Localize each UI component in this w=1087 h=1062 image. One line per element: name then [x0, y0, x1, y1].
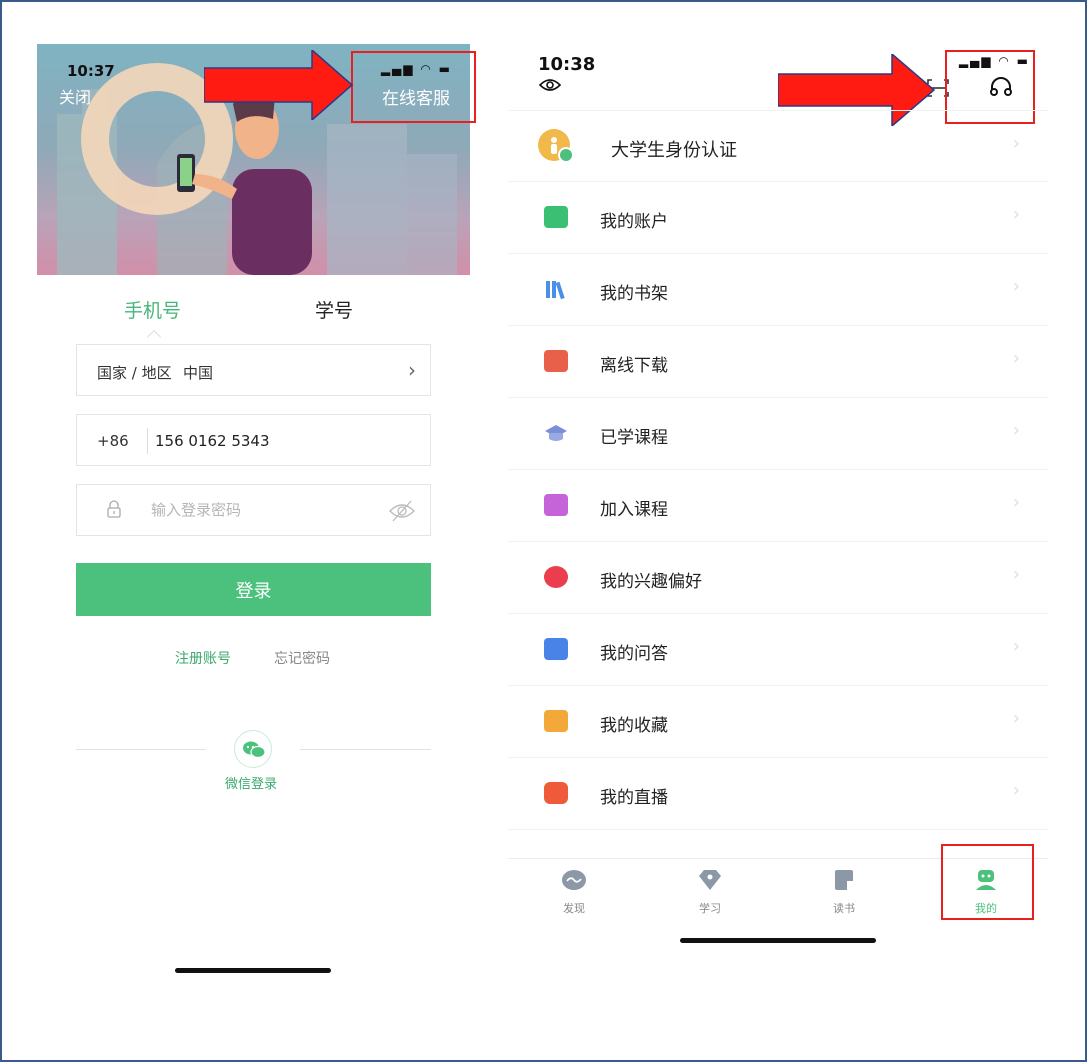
menu-item-bookshelf[interactable]: 我的书架 › — [508, 254, 1048, 326]
home-indicator — [680, 938, 876, 943]
menu-item-label: 大学生身份认证 — [611, 140, 737, 161]
eye-icon[interactable] — [538, 76, 562, 94]
chevron-right-icon: › — [1012, 492, 1020, 513]
profile-screen: 10:38 ▂▄▆ ◠ ▬ 大学生身份认证 › 我的账户 › 我的书架 › 离线… — [508, 44, 1048, 943]
chevron-right-icon: › — [1012, 204, 1020, 225]
qa-icon — [544, 638, 568, 660]
divider — [76, 749, 206, 750]
graduation-cap-icon — [545, 425, 567, 441]
region-selector[interactable]: 国家 / 地区 中国 › — [76, 344, 431, 396]
tab-label: 读书 — [833, 902, 855, 915]
chevron-right-icon: › — [1012, 133, 1020, 154]
lock-icon — [107, 500, 121, 518]
red-arrow-icon — [204, 50, 354, 120]
divider — [300, 749, 431, 750]
profile-menu: 大学生身份认证 › 我的账户 › 我的书架 › 离线下载 › 已学课程 › 加入… — [508, 110, 1048, 830]
chevron-right-icon: › — [1012, 420, 1020, 441]
discover-icon — [562, 870, 586, 890]
tab-discover[interactable]: 发现 — [544, 869, 604, 916]
chevron-right-icon: › — [1012, 348, 1020, 369]
wechat-login-label[interactable]: 微信登录 — [225, 773, 277, 792]
tab-label: 发现 — [563, 902, 585, 915]
tab-read[interactable]: 读书 — [814, 869, 874, 916]
status-time: 10:38 — [538, 54, 596, 75]
learn-icon — [699, 870, 721, 890]
divider — [147, 428, 148, 454]
phone-number-value: 156 0162 5343 — [155, 432, 270, 450]
menu-item-label: 我的收藏 — [600, 716, 668, 736]
menu-item-label: 已学课程 — [600, 428, 668, 448]
favorite-icon — [544, 710, 568, 732]
eye-off-icon[interactable] — [388, 499, 416, 523]
menu-item-label: 我的账户 — [600, 212, 668, 232]
menu-item-learned-courses[interactable]: 已学课程 › — [508, 398, 1048, 470]
highlight-box-profile-tab — [941, 844, 1034, 920]
status-time: 10:37 — [67, 62, 115, 80]
chevron-right-icon: › — [1012, 708, 1020, 729]
menu-item-account[interactable]: 我的账户 › — [508, 182, 1048, 254]
live-icon — [544, 782, 568, 804]
country-code: +86 — [97, 432, 129, 450]
bookshelf-icon — [546, 281, 565, 300]
download-icon — [544, 350, 568, 372]
tab-student-id[interactable]: 学号 — [315, 296, 353, 323]
login-button[interactable]: 登录 — [76, 563, 431, 616]
tab-phone[interactable]: 手机号 — [124, 296, 181, 323]
check-icon — [558, 147, 574, 163]
password-field[interactable] — [76, 484, 431, 536]
tab-label: 学习 — [699, 902, 721, 915]
menu-item-label: 我的问答 — [600, 644, 668, 664]
register-link[interactable]: 注册账号 — [175, 648, 231, 668]
chevron-right-icon: › — [1012, 636, 1020, 657]
wechat-icon[interactable] — [234, 730, 272, 768]
chevron-right-icon: › — [1012, 780, 1020, 801]
close-link[interactable]: 关闭 — [59, 84, 91, 108]
menu-item-interests[interactable]: 我的兴趣偏好 › — [508, 542, 1048, 614]
add-course-icon — [544, 494, 568, 516]
menu-item-label: 我的直播 — [600, 788, 668, 808]
menu-item-join-course[interactable]: 加入课程 › — [508, 470, 1048, 542]
password-input[interactable] — [151, 501, 351, 519]
chevron-right-icon: › — [408, 358, 416, 382]
menu-item-label: 加入课程 — [600, 500, 668, 520]
tab-learn[interactable]: 学习 — [680, 869, 740, 916]
read-icon — [835, 870, 853, 890]
chevron-right-icon: › — [1012, 276, 1020, 297]
menu-item-offline-download[interactable]: 离线下载 › — [508, 326, 1048, 398]
menu-item-student-verify[interactable]: 大学生身份认证 › — [508, 110, 1048, 182]
region-value: 中国 — [183, 364, 214, 382]
wallet-icon — [544, 206, 568, 228]
login-tabs: 手机号 学号 — [37, 296, 470, 345]
menu-item-live[interactable]: 我的直播 › — [508, 758, 1048, 830]
chevron-right-icon: › — [1012, 564, 1020, 585]
menu-item-label: 离线下载 — [600, 356, 668, 376]
highlight-box-service — [351, 51, 476, 123]
menu-item-label: 我的兴趣偏好 — [600, 572, 702, 592]
home-indicator — [175, 968, 331, 973]
region-label: 国家 / 地区 — [97, 364, 172, 382]
menu-item-label: 我的书架 — [600, 284, 668, 304]
menu-item-qa[interactable]: 我的问答 › — [508, 614, 1048, 686]
forgot-password-link[interactable]: 忘记密码 — [274, 648, 330, 668]
phone-field[interactable]: +86 156 0162 5343 — [76, 414, 431, 466]
menu-item-favorites[interactable]: 我的收藏 › — [508, 686, 1048, 758]
heart-icon — [544, 566, 568, 588]
